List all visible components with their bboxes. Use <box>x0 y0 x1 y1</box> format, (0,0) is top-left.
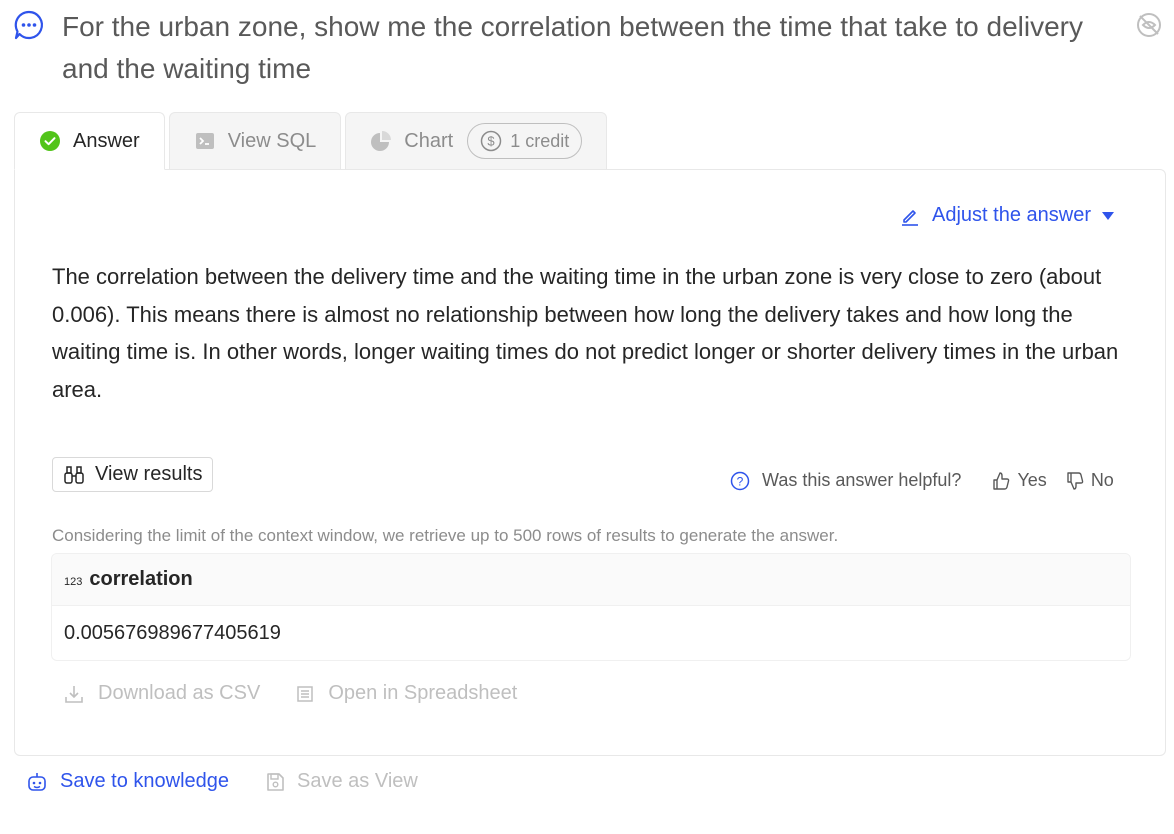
column-header: correlation <box>89 568 193 590</box>
tab-answer-label: Answer <box>73 129 140 152</box>
result-table: 123 correlation 0.005676989677405619 <box>51 553 1131 661</box>
context-limit-notice: Considering the limit of the context win… <box>52 526 839 545</box>
open-spreadsheet-button[interactable]: Open in Spreadsheet <box>296 682 517 705</box>
pencil-icon <box>902 209 919 226</box>
question-title: For the urban zone, show me the correlat… <box>62 11 1084 84</box>
table-header: 123 correlation <box>52 554 1130 606</box>
check-circle-icon <box>39 130 61 152</box>
tab-view-sql-label: View SQL <box>227 129 317 152</box>
save-disk-icon <box>267 772 284 791</box>
thumbs-down-button[interactable]: No <box>1065 470 1114 491</box>
download-csv-label: Download as CSV <box>98 682 261 704</box>
tab-chart[interactable]: Chart $ 1 credit <box>345 112 608 170</box>
dollar-coin-icon: $ <box>480 130 502 152</box>
credit-badge-label: 1 credit <box>510 130 570 151</box>
no-label: No <box>1090 470 1114 490</box>
adjust-answer-label: Adjust the answer <box>932 204 1091 226</box>
svg-text:?: ? <box>737 474 744 488</box>
yes-label: Yes <box>1017 470 1047 490</box>
feedback-question: Was this answer helpful? <box>762 470 962 490</box>
thumbs-down-icon <box>1067 471 1084 490</box>
table-row: 0.005676989677405619 <box>64 621 281 644</box>
answer-panel: Adjust the answer The correlation betwee… <box>14 169 1166 756</box>
tab-answer[interactable]: Answer <box>14 112 165 170</box>
adjust-answer-button[interactable]: Adjust the answer <box>900 204 1127 227</box>
save-as-view-label: Save as View <box>297 770 418 792</box>
svg-text:$: $ <box>488 134 496 149</box>
robot-icon <box>28 772 46 791</box>
terminal-icon <box>194 130 216 152</box>
credit-badge: $ 1 credit <box>467 123 583 159</box>
view-results-button[interactable]: View results <box>52 457 214 492</box>
thumbs-up-icon <box>993 471 1010 490</box>
answer-tabs: Answer View SQL Chart $ 1 credit <box>14 112 611 170</box>
view-results-label: View results <box>95 463 203 485</box>
chat-bubble-icon <box>13 9 45 41</box>
tab-chart-label: Chart <box>404 129 454 152</box>
spreadsheet-icon <box>297 685 314 702</box>
pie-chart-icon <box>370 130 392 152</box>
result-actions: Download as CSV Open in Spreadsheet <box>64 682 553 705</box>
binoculars-icon <box>64 465 84 484</box>
caret-down-icon <box>1102 211 1114 220</box>
open-spreadsheet-label: Open in Spreadsheet <box>328 682 518 704</box>
answer-text: The correlation between the delivery tim… <box>52 264 1119 402</box>
save-to-knowledge-button[interactable]: Save to knowledge <box>26 770 229 793</box>
eye-off-icon[interactable] <box>1134 10 1164 40</box>
footer-actions: Save to knowledge Save as View <box>26 770 454 793</box>
save-to-knowledge-label: Save to knowledge <box>60 770 230 792</box>
tab-view-sql[interactable]: View SQL <box>168 112 342 170</box>
save-as-view-button[interactable]: Save as View <box>265 770 418 793</box>
numeric-type-badge: 123 <box>64 575 83 588</box>
download-csv-button[interactable]: Download as CSV <box>64 682 260 705</box>
thumbs-up-button[interactable]: Yes <box>991 470 1047 491</box>
download-icon <box>65 685 83 703</box>
question-circle-icon: ? <box>730 471 750 490</box>
feedback-bar: ? Was this answer helpful? Yes No <box>730 470 1114 491</box>
